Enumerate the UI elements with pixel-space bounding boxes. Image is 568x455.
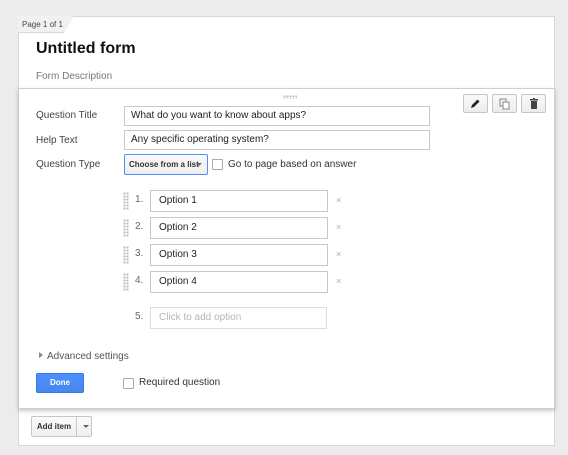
go-to-page-checkbox[interactable] [212,159,223,170]
required-label[interactable]: Required question [139,377,220,388]
form-title[interactable]: Untitled form [36,40,136,58]
question-title-label: Question Title [36,110,98,121]
required-checkbox[interactable] [123,378,134,389]
trash-icon [529,97,538,109]
option-row: 4. Option 4 × [123,271,363,293]
delete-button[interactable] [521,94,546,113]
edit-button[interactable] [463,94,488,113]
option-row: 3. Option 3 × [123,244,363,266]
drag-handle-icon[interactable] [123,219,129,237]
form-description[interactable]: Form Description [36,71,112,82]
add-option-row: 5. Click to add option [123,307,363,329]
remove-option-icon[interactable]: × [336,276,341,286]
drag-handle-icon[interactable] [123,273,129,291]
advanced-settings-toggle[interactable]: Advanced settings [39,351,129,362]
done-button[interactable]: Done [36,373,84,393]
question-type-label: Question Type [36,159,101,170]
remove-option-icon[interactable]: × [336,222,341,232]
drag-handle-icon[interactable] [283,95,297,99]
chevron-down-icon [196,163,202,166]
option-number: 3. [135,248,144,259]
question-editor: Question Title What do you want to know … [18,88,555,409]
option-number: 1. [135,194,144,205]
question-type-select[interactable]: Choose from a list [124,154,208,175]
drag-handle-icon[interactable] [123,192,129,210]
option-row: 1. Option 1 × [123,190,363,212]
option-row: 2. Option 2 × [123,217,363,239]
option-input[interactable]: Option 3 [150,244,328,266]
chevron-down-icon[interactable] [83,425,89,428]
option-number: 5. [135,311,144,322]
help-text-input[interactable]: Any specific operating system? [124,130,430,150]
drag-handle-icon[interactable] [123,246,129,264]
option-input[interactable]: Option 1 [150,190,328,212]
add-item-label[interactable]: Add item [32,417,77,436]
remove-option-icon[interactable]: × [336,195,341,205]
help-text-label: Help Text [36,135,78,146]
triangle-right-icon [39,352,43,358]
option-number: 2. [135,221,144,232]
advanced-settings-label: Advanced settings [47,351,129,362]
add-option-input[interactable]: Click to add option [150,307,327,329]
pencil-icon [471,99,480,108]
remove-option-icon[interactable]: × [336,249,341,259]
option-input[interactable]: Option 4 [150,271,328,293]
add-item-button[interactable]: Add item [31,416,92,437]
question-title-input[interactable]: What do you want to know about apps? [124,106,430,126]
duplicate-icon [499,98,510,109]
question-type-value: Choose from a list [129,160,199,169]
go-to-page-label[interactable]: Go to page based on answer [228,159,356,170]
option-input[interactable]: Option 2 [150,217,328,239]
duplicate-button[interactable] [492,94,517,113]
option-number: 4. [135,275,144,286]
